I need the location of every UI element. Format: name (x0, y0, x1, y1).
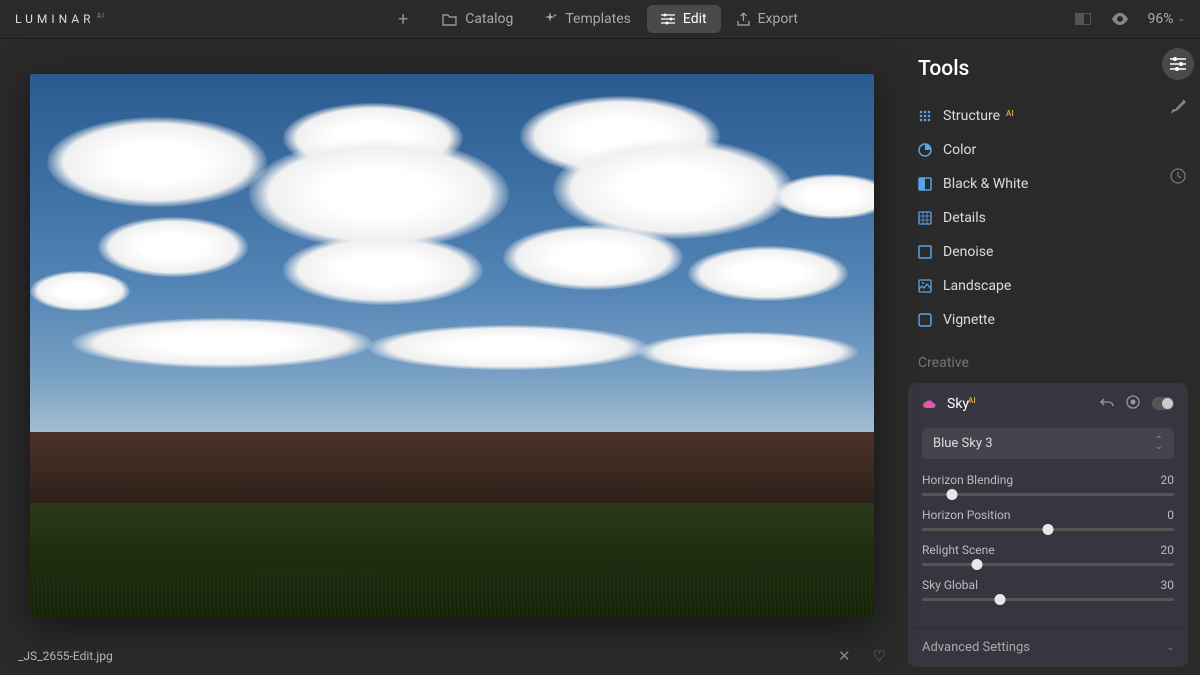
slider-horizon-blending: Horizon Blending20 (922, 473, 1174, 496)
nav-edit[interactable]: Edit (647, 5, 721, 33)
undo-icon[interactable] (1100, 394, 1114, 413)
tool-bw[interactable]: Black & White (918, 167, 1152, 201)
tools-title: Tools (918, 57, 969, 81)
app-logo: LUMINARAI (15, 12, 105, 26)
bw-icon (918, 177, 932, 191)
ai-badge: AI (1006, 109, 1014, 118)
compare-icon[interactable] (1075, 13, 1093, 25)
slider-thumb[interactable] (947, 489, 958, 500)
vignette-icon (918, 313, 932, 327)
denoise-icon (918, 245, 932, 259)
sky-preset-dropdown[interactable]: Blue Sky 3 ⌃⌄ (922, 428, 1174, 459)
tool-color[interactable]: Color (918, 133, 1152, 167)
slider-relight-scene: Relight Scene20 (922, 543, 1174, 566)
favorite-icon[interactable]: ♡ (873, 647, 886, 665)
structure-icon (918, 109, 932, 123)
panel-toggle[interactable] (1152, 397, 1174, 410)
details-icon (918, 211, 932, 225)
brush-icon[interactable] (1162, 90, 1194, 122)
slider-track[interactable] (922, 493, 1174, 496)
slider-track[interactable] (922, 528, 1174, 531)
slider-thumb[interactable] (1043, 524, 1054, 535)
slider-track[interactable] (922, 563, 1174, 566)
reject-icon[interactable]: ✕ (838, 647, 851, 665)
slider-track[interactable] (922, 598, 1174, 601)
sparkle-icon (543, 12, 557, 26)
tool-details[interactable]: Details (918, 201, 1152, 235)
filename-label: _JS_2655-Edit.jpg (18, 649, 113, 663)
nav-catalog[interactable]: Catalog (428, 5, 527, 33)
landscape-icon (918, 279, 932, 293)
tool-vignette[interactable]: Vignette (918, 303, 1152, 337)
sky-panel: SkyAI Blue Sky 3 ⌃⌄ Horizon Blending20Ho… (908, 383, 1188, 667)
sliders-icon (661, 13, 675, 25)
slider-thumb[interactable] (995, 594, 1006, 605)
edit-tools-icon[interactable] (1162, 48, 1194, 80)
photo-canvas[interactable] (30, 74, 874, 617)
cloud-icon (922, 394, 937, 413)
ai-badge: AI (968, 396, 976, 405)
tool-landscape[interactable]: Landscape (918, 269, 1152, 303)
slider-thumb[interactable] (972, 559, 983, 570)
tool-structure[interactable]: StructureAI (918, 99, 1152, 133)
add-button[interactable]: + (388, 5, 418, 34)
nav-templates[interactable]: Templates (529, 5, 645, 33)
chevron-down-icon: ⌄ (1166, 643, 1174, 653)
slider-sky-global: Sky Global30 (922, 578, 1174, 601)
tool-denoise[interactable]: Denoise (918, 235, 1152, 269)
history-icon[interactable] (1162, 160, 1194, 192)
advanced-settings[interactable]: Advanced Settings ⌄ (908, 627, 1188, 667)
nav-export[interactable]: Export (723, 5, 812, 33)
export-icon (737, 12, 750, 26)
folder-icon (442, 13, 457, 26)
section-creative: Creative (904, 337, 1192, 379)
mask-icon[interactable] (1126, 394, 1140, 413)
zoom-level[interactable]: 96%⌄ (1147, 11, 1185, 27)
slider-horizon-position: Horizon Position0 (922, 508, 1174, 531)
preview-icon[interactable] (1111, 10, 1129, 29)
color-icon (918, 143, 932, 157)
